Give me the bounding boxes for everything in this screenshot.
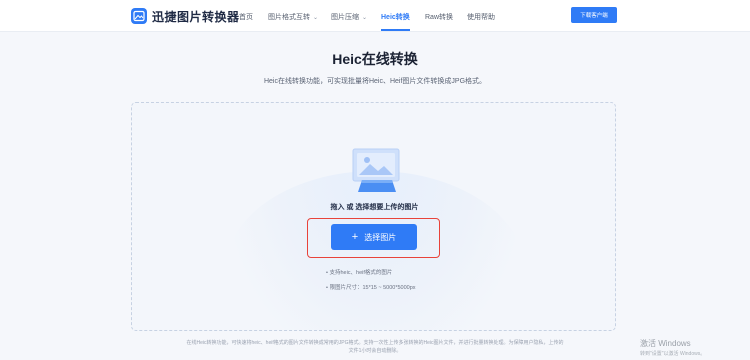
nav-raw-convert[interactable]: Raw转换: [425, 10, 453, 24]
select-image-label: 选择图片: [364, 232, 397, 242]
chevron-down-icon: ⌄: [362, 14, 368, 21]
activate-windows-subtitle: 转到"设置"以激活 Windows。: [640, 351, 706, 357]
dropzone-hint: 拖入 或 选择想要上传的图片: [330, 204, 419, 211]
download-client-button[interactable]: 下载客户端: [571, 7, 617, 23]
brand-logo[interactable]: 迅捷图片转换器: [131, 7, 240, 25]
select-image-button[interactable]: + 选择图片: [331, 224, 417, 250]
brand-name: 迅捷图片转换器: [152, 9, 240, 24]
nav-compress[interactable]: 图片压缩 ⌄: [331, 10, 367, 24]
upload-dropzone[interactable]: 拖入 或 选择想要上传的图片 + 选择图片 • 支持heic、heif格式的图片…: [131, 102, 616, 331]
page-subtitle: Heic在线转换功能，可实现批量将Heic、Heif图片文件转换成JPG格式。: [263, 78, 487, 85]
nav-compress-label: 图片压缩: [331, 14, 359, 21]
active-tab-indicator: [381, 29, 410, 31]
nav-heic-convert-label: Heic转换: [381, 14, 410, 21]
footer-description-line-1: 在线Heic转换功能，可快速将heic、heif格式的图片文件转换成常用的JPG…: [186, 340, 564, 346]
nav-raw-convert-label: Raw转换: [425, 14, 454, 21]
size-note: • 限图片尺寸：15*15 ~ 5000*5000px: [326, 285, 416, 291]
nav-help-label: 使用帮助: [467, 14, 495, 21]
format-note: • 支持heic、heif格式的图片: [326, 270, 393, 276]
activate-windows-title: 激活 Windows: [640, 339, 691, 348]
top-header: 迅捷图片转换器 首页 图片格式互转 ⌄ 图片压缩 ⌄ Heic转换 Raw转换 …: [0, 0, 750, 32]
image-upload-illustration-icon: [352, 148, 400, 192]
nav-format-convert[interactable]: 图片格式互转 ⌄: [268, 10, 318, 24]
plus-icon: +: [351, 230, 359, 243]
nav-help[interactable]: 使用帮助: [467, 10, 495, 24]
footer-description-line-2: 文件1小时会自动删除。: [348, 348, 402, 354]
nav-home[interactable]: 首页: [239, 10, 253, 24]
nav-home-label: 首页: [239, 14, 253, 21]
image-logo-icon: [131, 8, 147, 24]
page-title: Heic在线转换: [332, 51, 418, 67]
nav-heic-convert[interactable]: Heic转换: [381, 10, 410, 31]
chevron-down-icon: ⌄: [313, 14, 319, 21]
nav-format-convert-label: 图片格式互转: [268, 14, 310, 21]
